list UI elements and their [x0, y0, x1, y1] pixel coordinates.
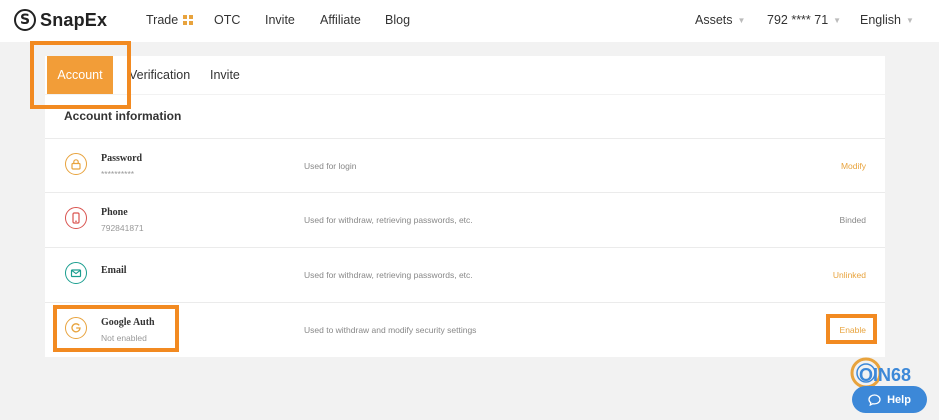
- nav-account[interactable]: 792 **** 71 ▼: [767, 13, 841, 27]
- watermark-text: OIN68: [859, 365, 911, 385]
- highlight-google-auth: [53, 305, 179, 352]
- chat-bubble-icon: [868, 393, 881, 406]
- nav-trade[interactable]: Trade: [146, 13, 194, 27]
- phone-icon: [65, 207, 87, 229]
- chevron-down-icon: ▼: [737, 16, 746, 25]
- email-link-action[interactable]: Unlinked: [833, 270, 866, 280]
- chevron-down-icon: ▼: [833, 16, 842, 25]
- watermark-logo: OIN68: [846, 351, 926, 391]
- phone-status: Binded: [839, 215, 866, 225]
- tab-verification[interactable]: Verification: [129, 56, 190, 94]
- logo-icon: S: [14, 9, 36, 31]
- nav-otc[interactable]: OTC: [214, 13, 240, 27]
- nav-language[interactable]: English ▼: [860, 13, 914, 27]
- grid-icon: [183, 15, 194, 25]
- row-email: Email Used for withdraw, retrieving pass…: [45, 247, 885, 301]
- row-label: Password: [101, 153, 143, 164]
- mail-icon: [65, 262, 87, 284]
- top-nav-bar: S SnapEx Trade OTC Invite Affiliate Blog…: [0, 0, 939, 42]
- brand-name: SnapEx: [40, 9, 108, 30]
- row-value: 792841871: [101, 223, 144, 233]
- chevron-down-icon: ▼: [906, 16, 914, 25]
- highlight-enable-button: [826, 314, 877, 344]
- lock-icon: [65, 153, 87, 175]
- nav-invite[interactable]: Invite: [265, 13, 295, 27]
- row-label: Email: [101, 265, 127, 276]
- section-title: Account information: [64, 109, 182, 123]
- help-button[interactable]: Help: [852, 386, 927, 413]
- help-label: Help: [887, 393, 911, 406]
- nav-assets[interactable]: Assets ▼: [695, 13, 745, 27]
- row-phone: Phone 792841871 Used for withdraw, retri…: [45, 192, 885, 246]
- row-label: Phone: [101, 207, 128, 218]
- nav-blog[interactable]: Blog: [385, 13, 410, 27]
- row-description: Used for withdraw, retrieving passwords,…: [304, 270, 473, 280]
- account-tabs: Account Verification Invite: [45, 56, 885, 94]
- row-value: **********: [101, 169, 135, 179]
- row-description: Used to withdraw and modify security set…: [304, 325, 477, 335]
- highlight-account-tab: [30, 41, 131, 109]
- row-description: Used for login: [304, 161, 357, 171]
- modify-password-link[interactable]: Modify: [841, 161, 866, 171]
- row-description: Used for withdraw, retrieving passwords,…: [304, 215, 473, 225]
- row-password: Password ********** Used for login Modif…: [45, 138, 885, 192]
- tab-invite[interactable]: Invite: [210, 56, 240, 94]
- nav-affiliate[interactable]: Affiliate: [320, 13, 361, 27]
- brand-logo[interactable]: S SnapEx: [14, 9, 107, 31]
